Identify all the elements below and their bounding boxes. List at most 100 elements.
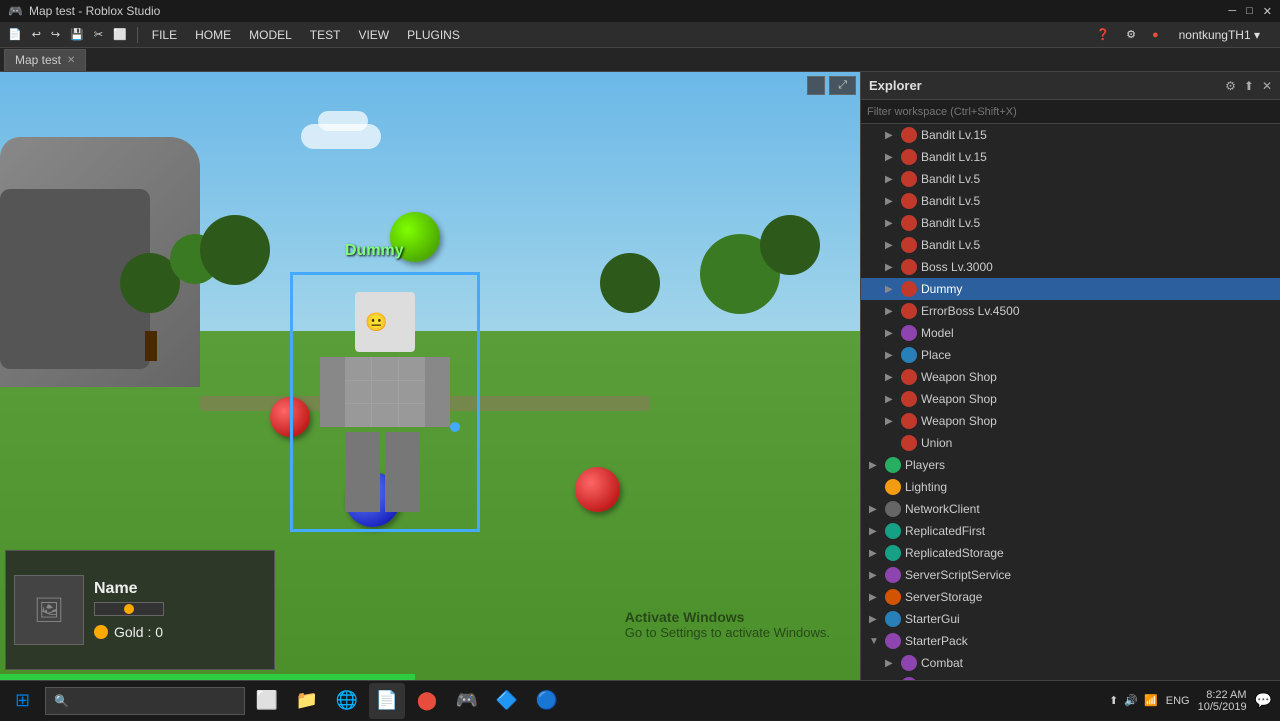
tree-item[interactable]: ▶ ErrorBoss Lv.4500 bbox=[861, 300, 1280, 322]
tree-label: Combat bbox=[921, 656, 963, 670]
tab-close-button[interactable]: ✕ bbox=[67, 55, 75, 66]
tree-item[interactable]: ▶ Bandit Lv.15 bbox=[861, 146, 1280, 168]
tree-item[interactable]: ▶ Players bbox=[861, 454, 1280, 476]
explorer-arrow-icon[interactable]: ⬆ bbox=[1244, 79, 1254, 93]
tree-icon bbox=[901, 435, 917, 451]
notifications-button[interactable]: 💬 bbox=[1255, 692, 1272, 709]
signal-icon[interactable]: ● bbox=[1148, 27, 1163, 43]
tree-item[interactable]: ▶ Bandit Lv.5 bbox=[861, 190, 1280, 212]
tree-label: Dummy bbox=[921, 282, 962, 296]
taskview-button[interactable]: ⬜ bbox=[249, 683, 285, 719]
menu-view[interactable]: VIEW bbox=[350, 26, 397, 44]
tree-label: Model bbox=[921, 326, 954, 340]
explorer-settings-icon[interactable]: ⚙ bbox=[1225, 79, 1236, 93]
window-controls[interactable]: ─ □ ✕ bbox=[1228, 5, 1272, 18]
copy-button[interactable]: ⬜ bbox=[109, 26, 131, 43]
tree-item[interactable]: ▶ NetworkClient bbox=[861, 498, 1280, 520]
tree-icon bbox=[901, 369, 917, 385]
tree-arrow: ▶ bbox=[885, 130, 897, 141]
clock[interactable]: 8:22 AM 10/5/2019 bbox=[1198, 689, 1247, 713]
start-button[interactable]: ⊞ bbox=[0, 681, 45, 721]
language-indicator[interactable]: ENG bbox=[1166, 695, 1190, 707]
minimize-button[interactable]: ─ bbox=[1228, 5, 1236, 18]
tree-item[interactable]: ▶ Model bbox=[861, 322, 1280, 344]
ui-toggle-button[interactable] bbox=[807, 76, 825, 95]
tree-label: Bandit Lv.15 bbox=[921, 150, 987, 164]
tree-item[interactable]: ▼ StarterPack bbox=[861, 630, 1280, 652]
tree-item[interactable]: ▶ Bandit Lv.15 bbox=[861, 124, 1280, 146]
save-button[interactable]: 💾 bbox=[66, 26, 88, 43]
menu-test[interactable]: TEST bbox=[302, 26, 349, 44]
explorer-close-icon[interactable]: ✕ bbox=[1262, 79, 1272, 93]
roblox-button[interactable]: 🎮 bbox=[449, 683, 485, 719]
redo-button[interactable]: ↪ bbox=[47, 26, 64, 43]
gold-amount: Gold : 0 bbox=[114, 624, 163, 640]
character-body: 😐 bbox=[320, 292, 450, 512]
undo-button[interactable]: ↩ bbox=[28, 26, 45, 43]
app6-button[interactable]: 🔷 bbox=[489, 683, 525, 719]
expand-button[interactable]: ⤢ bbox=[829, 76, 856, 95]
tree-item[interactable]: ▶ Place bbox=[861, 344, 1280, 366]
close-button[interactable]: ✕ bbox=[1263, 5, 1272, 18]
edge-button[interactable]: 🌐 bbox=[329, 683, 365, 719]
menu-file[interactable]: FILE bbox=[144, 26, 185, 44]
filter-input[interactable] bbox=[867, 106, 1274, 118]
tree-arrow: ▶ bbox=[885, 372, 897, 383]
chrome-button[interactable]: ⬤ bbox=[409, 683, 445, 719]
volume-icon[interactable]: 🔊 bbox=[1124, 694, 1138, 707]
tree-arrow: ▶ bbox=[885, 416, 897, 427]
tree-item[interactable]: ▶ Weapon Shop bbox=[861, 388, 1280, 410]
tree-label: Weapon Shop bbox=[921, 392, 997, 406]
explorer-filter[interactable] bbox=[861, 100, 1280, 124]
tree-item[interactable]: ▶ ReplicatedFirst bbox=[861, 520, 1280, 542]
tree-item[interactable]: ▶ ServerStorage bbox=[861, 586, 1280, 608]
taskbar-search[interactable]: 🔍 bbox=[45, 687, 245, 715]
menu-home[interactable]: HOME bbox=[187, 26, 239, 44]
tree-item[interactable]: Lighting bbox=[861, 476, 1280, 498]
user-menu[interactable]: nontkungTH1 ▾ bbox=[1171, 26, 1268, 44]
tree-item[interactable]: ▶ Dummy bbox=[861, 278, 1280, 300]
tree-item[interactable]: ▶ Weapon Shop bbox=[861, 366, 1280, 388]
word-button[interactable]: 📄 bbox=[369, 683, 405, 719]
tray-arrow[interactable]: ⬆ bbox=[1109, 694, 1118, 707]
tree-icon bbox=[901, 193, 917, 209]
viewport[interactable]: Dummy 😐 bbox=[0, 72, 860, 720]
tab-map-test[interactable]: Map test ✕ bbox=[4, 49, 86, 71]
tree-item[interactable]: ▶ ReplicatedStorage bbox=[861, 542, 1280, 564]
tree-label: ReplicatedFirst bbox=[905, 524, 985, 538]
menu-model[interactable]: MODEL bbox=[241, 26, 300, 44]
tree-item[interactable]: ▶ Boss Lv.3000 bbox=[861, 256, 1280, 278]
window-title: 🎮 Map test - Roblox Studio bbox=[8, 4, 160, 18]
tree-arrow: ▶ bbox=[869, 526, 881, 537]
tree-item[interactable]: ▶ Weapon Shop bbox=[861, 410, 1280, 432]
settings-icon[interactable]: ⚙ bbox=[1122, 26, 1140, 43]
tree-label: Bandit Lv.15 bbox=[921, 128, 987, 142]
tree-arrow: ▶ bbox=[885, 196, 897, 207]
tree-item[interactable]: Union bbox=[861, 432, 1280, 454]
maximize-button[interactable]: □ bbox=[1246, 5, 1253, 18]
tree-icon bbox=[901, 347, 917, 363]
explorer-app-button[interactable]: 📁 bbox=[289, 683, 325, 719]
tree-item[interactable]: ▶ Bandit Lv.5 bbox=[861, 234, 1280, 256]
menu-plugins[interactable]: PLUGINS bbox=[399, 26, 468, 44]
tree-icon bbox=[885, 523, 901, 539]
tree-item[interactable]: ▶ Bandit Lv.5 bbox=[861, 212, 1280, 234]
tree-item[interactable]: ▶ StarterGui bbox=[861, 608, 1280, 630]
help-icon[interactable]: ❓ bbox=[1092, 26, 1114, 43]
cut-button[interactable]: ✂ bbox=[90, 26, 107, 43]
taskbar: ⊞ 🔍 ⬜ 📁 🌐 📄 ⬤ 🎮 🔷 🔵 ⬆ 🔊 📶 ENG 8:22 AM 10… bbox=[0, 680, 1280, 720]
tree-label: Bandit Lv.5 bbox=[921, 216, 980, 230]
tree-label: Bandit Lv.5 bbox=[921, 194, 980, 208]
tree-label: Boss Lv.3000 bbox=[921, 260, 993, 274]
tree-label: Place bbox=[921, 348, 951, 362]
avatar-icon: 🖼 bbox=[34, 596, 64, 625]
tree-item[interactable]: ▶ Bandit Lv.5 bbox=[861, 168, 1280, 190]
windows-icon: ⊞ bbox=[15, 690, 30, 711]
tree-arrow: ▶ bbox=[885, 152, 897, 163]
tree-item[interactable]: ▶ Combat bbox=[861, 652, 1280, 674]
network-icon[interactable]: 📶 bbox=[1144, 694, 1158, 707]
app7-button[interactable]: 🔵 bbox=[529, 683, 565, 719]
tree-item[interactable]: ▶ ServerScriptService bbox=[861, 564, 1280, 586]
file-icon[interactable]: 📄 bbox=[4, 26, 26, 43]
tree-arrow: ▶ bbox=[885, 174, 897, 185]
